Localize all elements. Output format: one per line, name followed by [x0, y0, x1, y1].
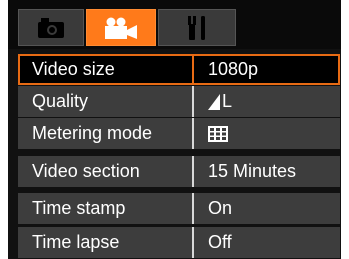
row-divider: [192, 227, 194, 258]
menu-label: Metering mode: [32, 123, 153, 143]
menu-label: Time lapse: [32, 232, 120, 252]
tab-photo[interactable]: [18, 9, 84, 46]
menu-row-time-stamp[interactable]: Time stamp On: [18, 193, 340, 224]
camera-icon: [38, 17, 64, 38]
row-divider: [192, 118, 194, 149]
menu-value: 15 Minutes: [208, 161, 297, 181]
row-divider: [192, 54, 194, 85]
quality-size-text: L: [222, 91, 233, 111]
metering-matrix-icon: [208, 125, 228, 142]
menu-row-time-lapse[interactable]: Time lapse Off: [18, 227, 340, 258]
video-camera-icon: [105, 17, 137, 39]
menu-label: Video size: [32, 59, 115, 79]
tab-video[interactable]: [86, 9, 156, 46]
menu-row-quality[interactable]: Quality L: [18, 86, 340, 117]
menu-value: L: [208, 86, 232, 117]
tools-icon: [188, 15, 205, 40]
quality-fine-icon: [208, 93, 220, 110]
menu-label: Time stamp: [32, 198, 126, 218]
menu-value: Off: [208, 232, 232, 252]
menu-row-video-size[interactable]: Video size 1080p: [18, 54, 340, 85]
tab-tools[interactable]: [158, 9, 236, 46]
menu-label: Video section: [32, 161, 140, 181]
menu-value: [208, 118, 228, 149]
menu-value: 1080p: [208, 59, 259, 79]
camera-settings-screen: Video size 1080p Quality L Metering mode: [8, 0, 341, 259]
row-divider: [192, 156, 194, 187]
menu-value: On: [208, 198, 233, 218]
row-divider: [192, 193, 194, 224]
row-divider: [192, 86, 194, 117]
menu-label: Quality: [32, 91, 89, 111]
mode-tabs: [8, 0, 341, 49]
menu-row-video-section[interactable]: Video section 15 Minutes: [18, 156, 340, 187]
menu-row-metering-mode[interactable]: Metering mode: [18, 118, 340, 149]
